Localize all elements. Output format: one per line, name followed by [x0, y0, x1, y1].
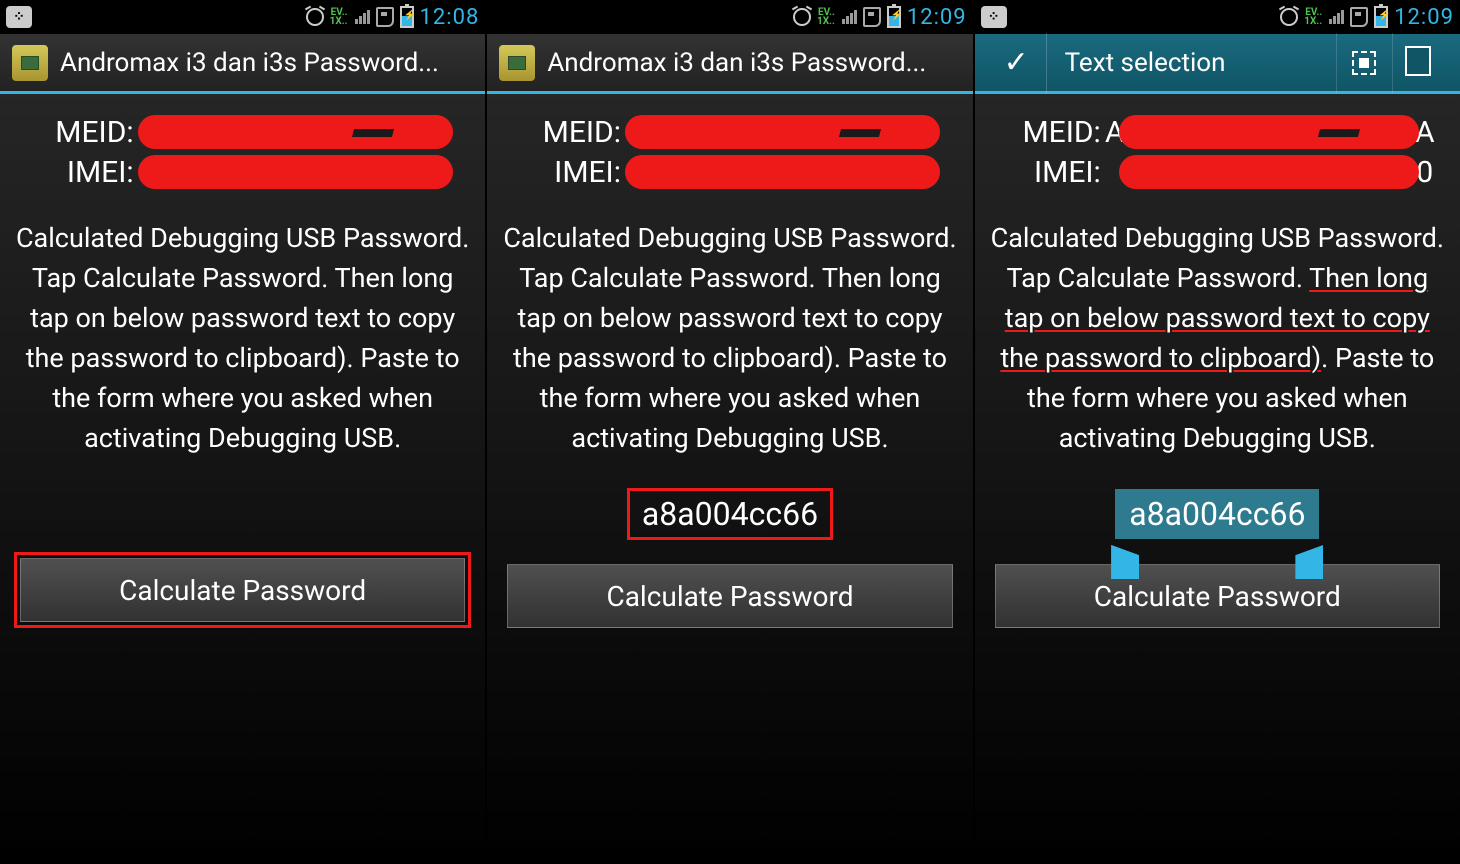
- meid-redacted: [1119, 115, 1419, 149]
- battery-icon: ⚡: [887, 6, 901, 28]
- meid-label: MEID:: [1000, 115, 1105, 150]
- select-all-button[interactable]: [1336, 33, 1392, 93]
- imei-redacted: [1119, 155, 1419, 189]
- sim-icon: [376, 7, 394, 27]
- meid-row: MEID:: [495, 112, 964, 152]
- calculate-password-button[interactable]: Calculate Password: [995, 564, 1440, 628]
- imei-row: IMEI:: [8, 152, 477, 192]
- bbm-notification-icon: ⁘: [981, 6, 1007, 28]
- imei-row: IMEI: 0: [983, 152, 1452, 192]
- clock: 12:09: [1394, 5, 1454, 30]
- select-all-icon: [1352, 51, 1376, 75]
- network-indicator: EV.. 1X..: [1304, 8, 1322, 26]
- instructions-text: Calculated Debugging USB Password. Tap C…: [983, 218, 1452, 458]
- calculate-password-button[interactable]: Calculate Password: [507, 564, 952, 628]
- alarm-icon: [306, 8, 324, 26]
- bbm-notification-icon: ⁘: [6, 6, 32, 28]
- imei-label: IMEI:: [33, 155, 138, 190]
- clock: 12:09: [907, 5, 967, 30]
- meid-row: MEID: A A: [983, 112, 1452, 152]
- meid-redacted: [625, 115, 940, 149]
- password-text-selected[interactable]: a8a004cc66: [1115, 489, 1319, 539]
- battery-icon: ⚡: [400, 6, 414, 28]
- status-bar: EV.. 1X.. ⚡ 12:09: [487, 0, 972, 34]
- signal-icon: [1328, 5, 1344, 29]
- battery-icon: ⚡: [1374, 6, 1388, 28]
- imei-label: IMEI:: [1000, 155, 1105, 190]
- password-text[interactable]: a8a004cc66: [627, 488, 833, 540]
- network-indicator: EV.. 1X..: [330, 8, 348, 26]
- alarm-icon: [793, 8, 811, 26]
- selection-handle-left[interactable]: [1111, 545, 1139, 579]
- signal-icon: [841, 5, 857, 29]
- app-title-bar: Andromax i3 dan i3s Password...: [0, 34, 485, 94]
- imei-redacted: [138, 155, 453, 189]
- sim-icon: [863, 7, 881, 27]
- instructions-text: Calculated Debugging USB Password. Tap C…: [495, 218, 964, 458]
- app-title-bar: Andromax i3 dan i3s Password...: [487, 34, 972, 94]
- meid-row: MEID:: [8, 112, 477, 152]
- app-title: Andromax i3 dan i3s Password...: [547, 48, 960, 78]
- screenshot-3: ⁘ EV.. 1X.. ⚡ 12:09 ✓ Text selection MEI…: [975, 0, 1460, 864]
- status-bar: ⁘ EV.. 1X.. ⚡ 12:09: [975, 0, 1460, 34]
- copy-button[interactable]: [1392, 33, 1448, 93]
- selection-handle-right[interactable]: [1295, 545, 1323, 579]
- meid-label: MEID:: [520, 115, 625, 150]
- instructions-text: Calculated Debugging USB Password. Tap C…: [8, 218, 477, 458]
- app-icon: [499, 45, 535, 81]
- clock: 12:08: [420, 5, 480, 30]
- meid-label: MEID:: [33, 115, 138, 150]
- screenshot-2: EV.. 1X.. ⚡ 12:09 Andromax i3 dan i3s Pa…: [487, 0, 972, 864]
- signal-icon: [354, 5, 370, 29]
- app-icon: [12, 45, 48, 81]
- alarm-icon: [1280, 8, 1298, 26]
- text-selection-action-bar: ✓ Text selection: [975, 34, 1460, 94]
- imei-redacted: [625, 155, 940, 189]
- meid-redacted: [138, 115, 453, 149]
- network-indicator: EV.. 1X..: [817, 8, 835, 26]
- sim-icon: [1350, 7, 1368, 27]
- copy-icon: [1409, 50, 1431, 76]
- imei-label: IMEI:: [520, 155, 625, 190]
- screenshot-1: ⁘ EV.. 1X.. ⚡ 12:08 Andromax i3 dan i3s …: [0, 0, 485, 864]
- done-button[interactable]: ✓: [987, 33, 1047, 93]
- selection-title: Text selection: [1047, 48, 1336, 78]
- calculate-password-button[interactable]: Calculate Password: [20, 558, 465, 622]
- imei-row: IMEI:: [495, 152, 964, 192]
- app-title: Andromax i3 dan i3s Password...: [60, 48, 473, 78]
- status-bar: ⁘ EV.. 1X.. ⚡ 12:08: [0, 0, 485, 34]
